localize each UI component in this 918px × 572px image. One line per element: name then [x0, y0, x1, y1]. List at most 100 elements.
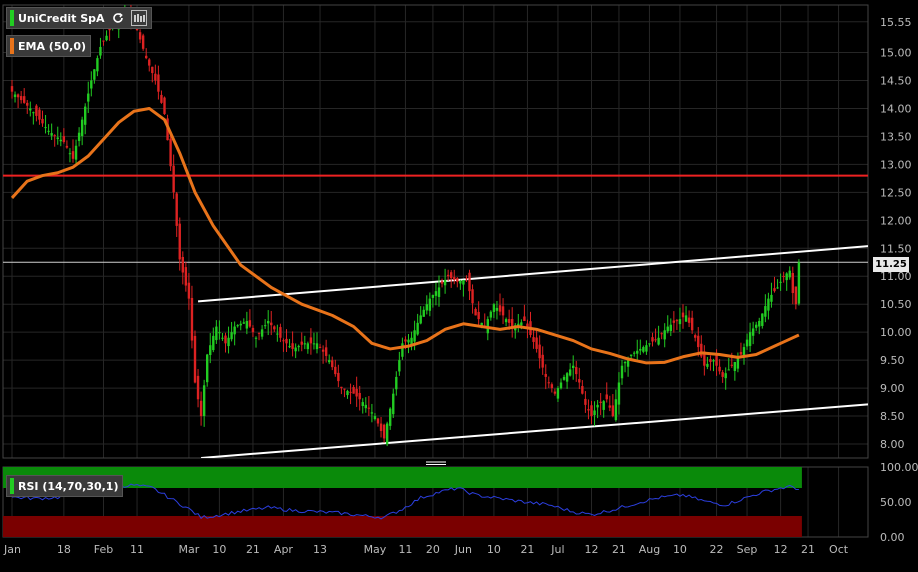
candle-body — [324, 347, 328, 356]
ema-label: EMA (50,0) — [18, 39, 86, 53]
x-axis-label: Sep — [737, 543, 758, 556]
candle-body — [157, 74, 160, 92]
candle-body — [724, 373, 727, 379]
candle-body — [785, 273, 788, 281]
candle-body — [709, 359, 712, 362]
candle-body — [80, 119, 84, 136]
candle-body — [242, 322, 245, 324]
candle-body — [727, 369, 730, 371]
refresh-icon[interactable] — [109, 9, 127, 27]
candle-body — [523, 316, 526, 321]
candle-body — [422, 309, 425, 317]
candle-body — [672, 320, 676, 323]
price-tick-label: 11.00 — [880, 270, 912, 283]
candle-body — [279, 327, 282, 338]
rsi-legend[interactable]: RSI (14,70,30,1) — [6, 475, 124, 497]
x-axis-label: 21 — [801, 543, 815, 556]
candle-body — [44, 127, 47, 129]
candle-body — [675, 320, 679, 322]
x-axis-label: 12 — [585, 543, 599, 556]
instrument-color-swatch — [10, 10, 14, 26]
price-tick-label: 14.00 — [880, 102, 912, 115]
candle-body — [575, 367, 578, 375]
candle-body — [175, 193, 178, 226]
candle-body — [87, 93, 90, 102]
candle-body — [230, 332, 233, 340]
candle-body — [690, 317, 694, 331]
chart-canvas[interactable]: 15.55 15.00 14.50 14.00 13.50 13.00 12.50 12.00… — [0, 0, 918, 568]
candle-body — [16, 94, 20, 98]
ema-legend[interactable]: EMA (50,0) — [6, 35, 91, 57]
candle-body — [511, 319, 514, 327]
candle-body — [532, 337, 535, 342]
candle-body — [556, 388, 560, 399]
candlestick-bars-icon[interactable] — [130, 10, 147, 26]
candle-body — [434, 291, 438, 296]
candle-body — [257, 332, 261, 334]
candle-body — [636, 350, 639, 354]
candle-body — [349, 391, 352, 393]
candle-body — [343, 388, 346, 390]
candle-body — [407, 339, 410, 343]
candle-body — [221, 337, 224, 339]
rsi-tick-label: 50.00 — [880, 496, 912, 509]
candle-body — [590, 405, 593, 417]
candle-body — [660, 333, 663, 335]
candle-body — [501, 306, 505, 316]
candle-body — [282, 340, 285, 342]
candle-body — [697, 335, 700, 348]
candle-body — [102, 40, 105, 42]
candle-body — [32, 112, 35, 114]
price-tick-label: 9.50 — [880, 354, 905, 367]
x-axis-label: 21 — [246, 543, 260, 556]
candle-body — [254, 337, 258, 339]
candle-body — [26, 102, 29, 106]
rsi-label: RSI (14,70,30,1) — [18, 479, 119, 493]
candle-body — [559, 382, 563, 389]
candle-body — [328, 360, 331, 363]
candle-body — [260, 329, 264, 337]
candle-body — [10, 86, 14, 92]
candle-body — [620, 365, 624, 379]
instrument-name: UniCredit SpA — [18, 11, 105, 25]
candle-body — [681, 312, 685, 318]
candle-body — [642, 347, 645, 352]
price-tick-label: 15.00 — [880, 47, 912, 60]
candle-body — [639, 348, 642, 351]
candle-body — [291, 343, 294, 349]
candle-body — [154, 73, 157, 81]
x-axis-label: 21 — [612, 543, 626, 556]
candle-body — [459, 280, 462, 284]
candle-body — [666, 326, 669, 332]
x-axis-label: Mar — [179, 543, 200, 556]
candle-body — [453, 277, 456, 280]
pane-splitter-handle[interactable] — [425, 460, 447, 466]
candle-body — [236, 325, 239, 327]
candle-body — [105, 35, 108, 41]
candle-body — [145, 55, 148, 59]
x-axis-label: 11 — [130, 543, 144, 556]
candle-body — [498, 305, 502, 312]
price-chart[interactable]: 15.55 15.00 14.50 14.00 13.50 13.00 12.50 12.00… — [0, 0, 918, 568]
candle-body — [178, 223, 181, 260]
x-axis-label: 10 — [673, 543, 687, 556]
candle-body — [65, 145, 69, 148]
price-tick-label: 8.50 — [880, 410, 905, 423]
x-axis-label: Feb — [94, 543, 113, 556]
x-axis-label: 11 — [398, 543, 412, 556]
candle-body — [84, 106, 87, 125]
candle-body — [148, 59, 151, 66]
price-tick-label: 15.55 — [880, 16, 912, 29]
candle-body — [745, 339, 749, 347]
candle-body — [364, 404, 367, 409]
candle-body — [108, 28, 111, 31]
candle-body — [776, 287, 779, 289]
candle-body — [440, 281, 444, 284]
price-tick-label: 10.50 — [880, 298, 912, 311]
x-axis-label: 12 — [774, 543, 788, 556]
candle-body — [337, 372, 340, 382]
instrument-legend[interactable]: UniCredit SpA — [6, 7, 152, 29]
candle-body — [273, 326, 276, 330]
candle-body — [340, 386, 343, 389]
candle-body — [416, 322, 419, 335]
